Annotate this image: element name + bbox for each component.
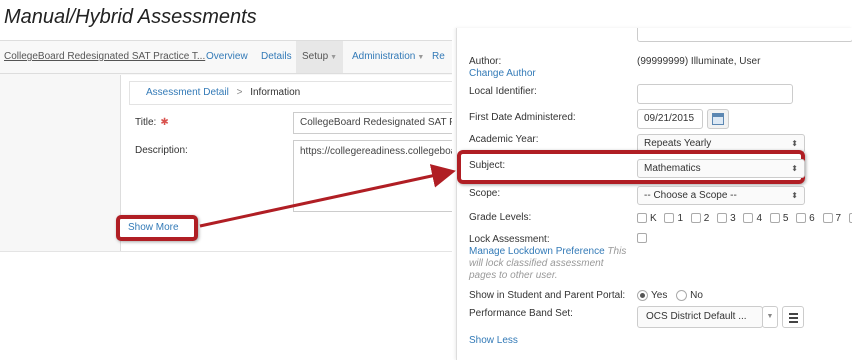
- annotation-arrow: [199, 164, 456, 228]
